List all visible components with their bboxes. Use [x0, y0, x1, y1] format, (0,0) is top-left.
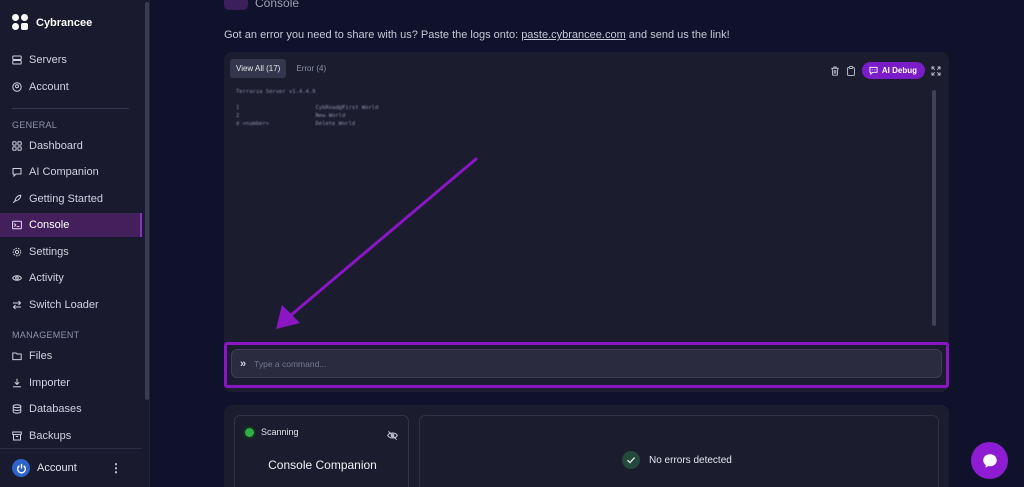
section-label-general: GENERAL [12, 120, 58, 130]
chevrons-right-icon: » [240, 357, 247, 370]
check-icon [622, 451, 640, 469]
sidebar-item-label: Dashboard [29, 140, 83, 152]
log-line: 1 CybRoad@First World [236, 105, 379, 111]
console-title-icon [224, 0, 248, 10]
power-icon [12, 459, 30, 477]
sidebar-item-label: Importer [29, 377, 70, 389]
brand-logo-icon [12, 14, 30, 32]
log-line: d <number> Delete World [236, 121, 356, 127]
sidebar-item-activity[interactable]: Activity [0, 266, 142, 290]
sidebar-item-files[interactable]: Files [0, 344, 142, 368]
sidebar-item-backups[interactable]: Backups [0, 424, 142, 448]
kebab-menu-icon[interactable]: ⋮ [110, 461, 122, 475]
chat-icon [12, 167, 22, 177]
no-errors-label: No errors detected [649, 454, 732, 466]
support-chat-button[interactable] [971, 442, 1008, 479]
console-companion-card: Scanning Console Companion [234, 415, 409, 487]
sidebar-item-servers[interactable]: Servers [0, 48, 142, 72]
ai-chat-icon [869, 66, 878, 75]
sidebar-item-importer[interactable]: Importer [0, 371, 142, 395]
scan-status: Scanning [245, 427, 299, 437]
paste-link[interactable]: paste.cybrancee.com [521, 29, 626, 41]
sidebar-item-switch-loader[interactable]: Switch Loader [0, 293, 142, 317]
chat-bubble-icon [982, 453, 997, 468]
sidebar-item-label: Console [29, 219, 70, 231]
ai-debug-label: AI Debug [881, 66, 917, 75]
errors-panel: No errors detected [419, 415, 939, 487]
brand-name: Cybrancee [36, 17, 93, 29]
console-toolbar: AI Debug [830, 62, 941, 79]
expand-icon[interactable] [931, 66, 941, 76]
sidebar-item-databases[interactable]: Databases [0, 397, 142, 421]
sidebar-item-label: Account [29, 81, 69, 93]
sidebar-item-label: Servers [29, 54, 67, 66]
rocket-icon [12, 194, 22, 204]
share-text-before: Got an error you need to share with us? … [224, 29, 522, 41]
share-logs-text: Got an error you need to share with us? … [224, 29, 730, 41]
sidebar-item-label: Activity [29, 272, 64, 284]
database-icon [12, 404, 22, 414]
tab-error[interactable]: Error (4) [290, 59, 332, 78]
tab-view-all[interactable]: View All (17) [230, 59, 287, 78]
sidebar-item-label: Files [29, 350, 53, 362]
sidebar-item-getting-started[interactable]: Getting Started [0, 187, 142, 211]
command-highlight: » [224, 342, 949, 388]
sidebar-divider [12, 108, 129, 109]
sidebar-item-account[interactable]: Account [0, 75, 142, 99]
command-input[interactable] [254, 358, 915, 369]
companion-title: Console Companion [268, 458, 377, 472]
grid-icon [12, 141, 22, 151]
sidebar-item-label: Switch Loader [29, 299, 99, 311]
console-scrollbar[interactable] [932, 90, 936, 326]
gear-icon [12, 247, 22, 257]
no-errors-status: No errors detected [622, 451, 732, 469]
sidebar-item-console[interactable]: Console [0, 213, 142, 237]
console-tabs: View All (17) Error (4) [230, 59, 332, 78]
trash-icon[interactable] [830, 66, 840, 76]
brand[interactable]: Cybrancee [12, 14, 92, 32]
sidebar-item-label: Getting Started [29, 193, 103, 205]
eye-icon [12, 273, 22, 283]
command-bar: » [231, 349, 942, 378]
page-title: Console [255, 0, 300, 10]
sidebar-item-dashboard[interactable]: Dashboard [0, 134, 142, 158]
account-label: Account [37, 462, 77, 474]
log-line: 2 New World [236, 113, 346, 119]
archive-icon [12, 431, 22, 441]
section-label-management: MANAGEMENT [12, 330, 80, 340]
swap-icon [12, 300, 22, 310]
sidebar-item-label: Backups [29, 430, 72, 442]
annotation-arrow-icon [276, 157, 478, 329]
sidebar: Cybrancee Servers Account GENERAL Dashbo… [0, 0, 150, 487]
folder-icon [12, 351, 22, 361]
sidebar-item-label: Settings [29, 246, 69, 258]
status-dot-icon [245, 427, 254, 437]
sidebar-item-label: AI Companion [29, 166, 99, 178]
eye-off-icon[interactable] [387, 428, 398, 441]
terminal-icon [12, 220, 22, 230]
clipboard-icon[interactable] [846, 65, 856, 76]
user-circle-icon [12, 82, 22, 92]
server-icon [12, 55, 22, 65]
account-menu[interactable]: Account ⋮ [0, 448, 142, 487]
sidebar-item-label: Databases [29, 403, 82, 415]
companion-panel: Scanning Console Companion No errors det… [224, 405, 949, 487]
sidebar-item-settings[interactable]: Settings [0, 240, 142, 264]
share-text-after: and send us the link! [625, 29, 730, 41]
log-line: Terraria Server v1.4.4.9 [236, 89, 316, 95]
scan-status-label: Scanning [261, 427, 299, 437]
download-icon [12, 378, 22, 388]
sidebar-scrollbar[interactable] [145, 2, 149, 400]
sidebar-item-ai-companion[interactable]: AI Companion [0, 160, 142, 184]
ai-debug-button[interactable]: AI Debug [861, 62, 925, 79]
